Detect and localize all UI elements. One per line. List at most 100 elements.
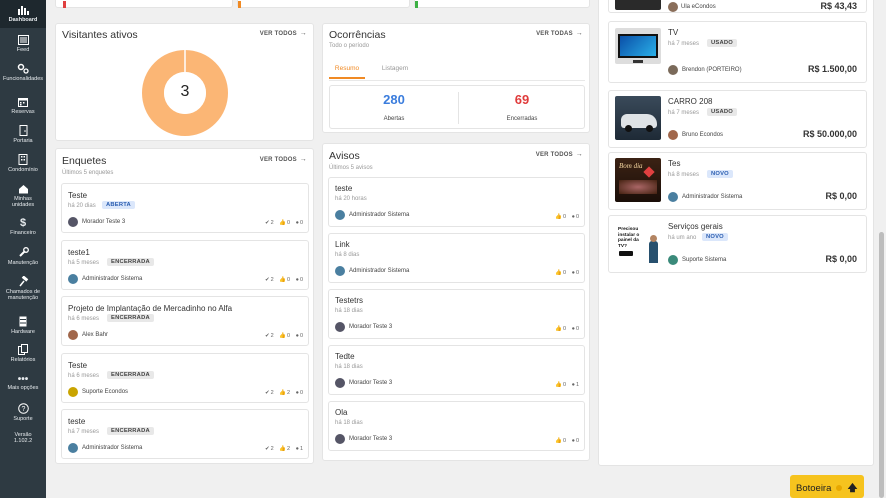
author-name: Morador Teste 3 (349, 324, 393, 330)
avatar (668, 65, 678, 75)
aviso-item[interactable]: Link há 8 dias Administrador Sistema 👍0 … (328, 233, 585, 283)
marketplace-item[interactable]: Precisou instalar o painel da TV? Serviç… (608, 215, 867, 273)
enquete-stats: ✔2 👍2 ●1 (264, 446, 303, 452)
sidebar-item-suporte[interactable]: ? Suporte (0, 403, 46, 422)
question-icon: ? (17, 403, 29, 414)
avisos-ver-todos[interactable]: VER TODOS → (536, 151, 583, 158)
stat-accent (63, 1, 66, 8)
author-name: Morador Teste 3 (349, 380, 393, 386)
encerradas-value: 69 (514, 92, 530, 107)
sidebar-item-mais-opcoes[interactable]: ••• Mais opções (0, 375, 46, 392)
avatar (668, 255, 678, 265)
comment-icon: ● (295, 446, 299, 452)
aviso-stats: 👍0 ●0 (555, 438, 579, 444)
enquete-title: Teste (68, 360, 88, 370)
check-icon: ✔ (264, 276, 270, 283)
thumbs-up-icon: 👍 (279, 276, 287, 283)
enquete-title: Teste (68, 191, 88, 200)
aviso-item[interactable]: Ola há 18 dias Morador Teste 3 👍0 ●0 (328, 401, 585, 451)
sidebar-item-reservas[interactable]: Reservas (0, 97, 46, 115)
condition-badge: USADO (707, 108, 737, 116)
aviso-item[interactable]: Testetrs há 18 dias Morador Teste 3 👍0 ●… (328, 289, 585, 339)
enquete-item[interactable]: Teste há 20 dias ABERTA Morador Teste 3 … (61, 183, 309, 233)
sidebar-item-financeiro[interactable]: $ Financeiro (0, 218, 46, 237)
avatar (335, 434, 345, 444)
seller-name: Bruno Econdos (682, 132, 724, 138)
aviso-stats: 👍0 ●0 (555, 270, 579, 276)
status-badge: ENCERRADA (107, 257, 154, 266)
avisos-card: Avisos Últimos 5 avisos VER TODOS → teste… (322, 143, 590, 461)
sidebar-item-relatorios[interactable]: Relatórios (0, 344, 46, 363)
item-price: R$ 1.500,00 (807, 64, 857, 74)
aviso-time: há 18 dias (335, 420, 363, 426)
enquetes-ver-todos[interactable]: VER TODOS → (260, 156, 307, 163)
arrow-right-icon: → (299, 156, 307, 163)
item-time: há 7 meses (668, 110, 700, 116)
item-time: há um ano (668, 235, 697, 241)
condition-badge: USADO (707, 39, 737, 47)
item-title: TV (668, 28, 679, 37)
calendar-icon (18, 98, 28, 107)
sidebar-item-chamados-manutencao[interactable]: Chamados de manutenção (0, 276, 46, 301)
visitantes-title: Visitantes ativos (62, 29, 138, 41)
marketplace-item[interactable]: CARRO 208 há 7 meses USADO Bruno Econdos… (608, 90, 867, 148)
ocorrencias-card: Ocorrências Todo o período VER TODAS → Re… (322, 23, 590, 133)
seller-name: Administrador Sistema (682, 194, 743, 200)
marketplace-item[interactable]: TV há 7 meses USADO Brendon (PORTEIRO) R… (608, 21, 867, 83)
hammer-icon (18, 276, 28, 287)
avatar (68, 443, 78, 453)
enquete-title: teste (68, 417, 86, 426)
author-name: Administrador Sistema (82, 275, 143, 282)
stat-card (414, 0, 590, 8)
thumbs-up-icon: 👍 (555, 270, 563, 276)
enquete-item[interactable]: teste há 7 meses ENCERRADA Administrador… (61, 409, 309, 459)
enquete-item[interactable]: teste1 há 5 meses ENCERRADA Administrado… (61, 239, 309, 290)
ocorrencias-ver-todas[interactable]: VER TODAS → (536, 30, 583, 37)
scrollbar-thumb[interactable] (879, 232, 884, 498)
thumbs-up-icon: 👍 (555, 214, 563, 220)
arrow-up-icon: 🡅 (847, 483, 858, 494)
comment-icon: ● (571, 326, 575, 332)
enquete-item[interactable]: Projeto de Implantação de Mercadinho no … (61, 296, 309, 346)
wrench-icon (18, 247, 29, 257)
author-name: Administrador Sistema (349, 268, 410, 274)
item-price: R$ 0,00 (825, 254, 857, 264)
aviso-title: teste (335, 184, 353, 193)
aviso-item[interactable]: teste há 20 horas Administrador Sistema … (328, 177, 585, 227)
sidebar-item-manutencao[interactable]: Manutenção (0, 247, 46, 266)
marketplace-item[interactable]: Ula eCondos R$ 43,43 (608, 0, 867, 13)
svg-text:?: ? (21, 406, 25, 413)
marketplace-item[interactable]: Bom dia Tes há 8 meses NOVO Administrado… (608, 152, 867, 210)
sidebar-item-funcionalidades[interactable]: Funcionalidades (0, 63, 46, 82)
sidebar-item-dashboard[interactable]: Dashboard (0, 0, 46, 28)
enquete-title: Projeto de Implantação de Mercadinho no … (68, 304, 233, 313)
check-icon: ✔ (264, 220, 270, 226)
tab-resumo[interactable]: Resumo (329, 61, 365, 79)
enquete-item[interactable]: Teste há 6 meses ENCERRADA Suporte Econd… (61, 352, 309, 403)
copy-icon (17, 344, 28, 355)
check-icon: ✔ (264, 333, 270, 339)
avatar (335, 322, 345, 332)
sidebar-item-hardware[interactable]: Hardware (0, 316, 46, 335)
visitantes-ver-todos[interactable]: VER TODOS → (260, 30, 307, 37)
enquete-time: há 7 meses (68, 429, 100, 435)
aviso-item[interactable]: Tedte há 18 dias Morador Teste 3 👍0 ●1 (328, 345, 585, 395)
thumbs-up-icon: 👍 (555, 382, 563, 388)
thumbs-up-icon: 👍 (279, 220, 287, 226)
visitantes-count: 3 (180, 83, 190, 100)
sidebar-item-condominio[interactable]: Condomínio (0, 154, 46, 173)
arrow-right-icon: → (575, 30, 583, 37)
version-info: Versão 1.102.2 (13, 432, 33, 444)
sidebar-item-minhas-unidades[interactable]: Minhas unidades (0, 184, 46, 208)
comment-icon: ● (571, 438, 575, 444)
sidebar-item-portaria[interactable]: Portaria (0, 125, 46, 144)
aviso-time: há 8 dias (335, 252, 360, 258)
botoeira-button[interactable]: Botoeira 🡅 (790, 475, 864, 498)
sidebar-item-feed[interactable]: Feed (0, 35, 46, 53)
enquete-time: há 6 meses (68, 316, 100, 322)
author-name: Suporte Econdos (82, 388, 129, 395)
avatar (335, 210, 345, 220)
aviso-title: Ola (335, 408, 348, 417)
tab-listagem[interactable]: Listagem (373, 61, 417, 79)
arrow-right-icon: → (575, 151, 583, 158)
